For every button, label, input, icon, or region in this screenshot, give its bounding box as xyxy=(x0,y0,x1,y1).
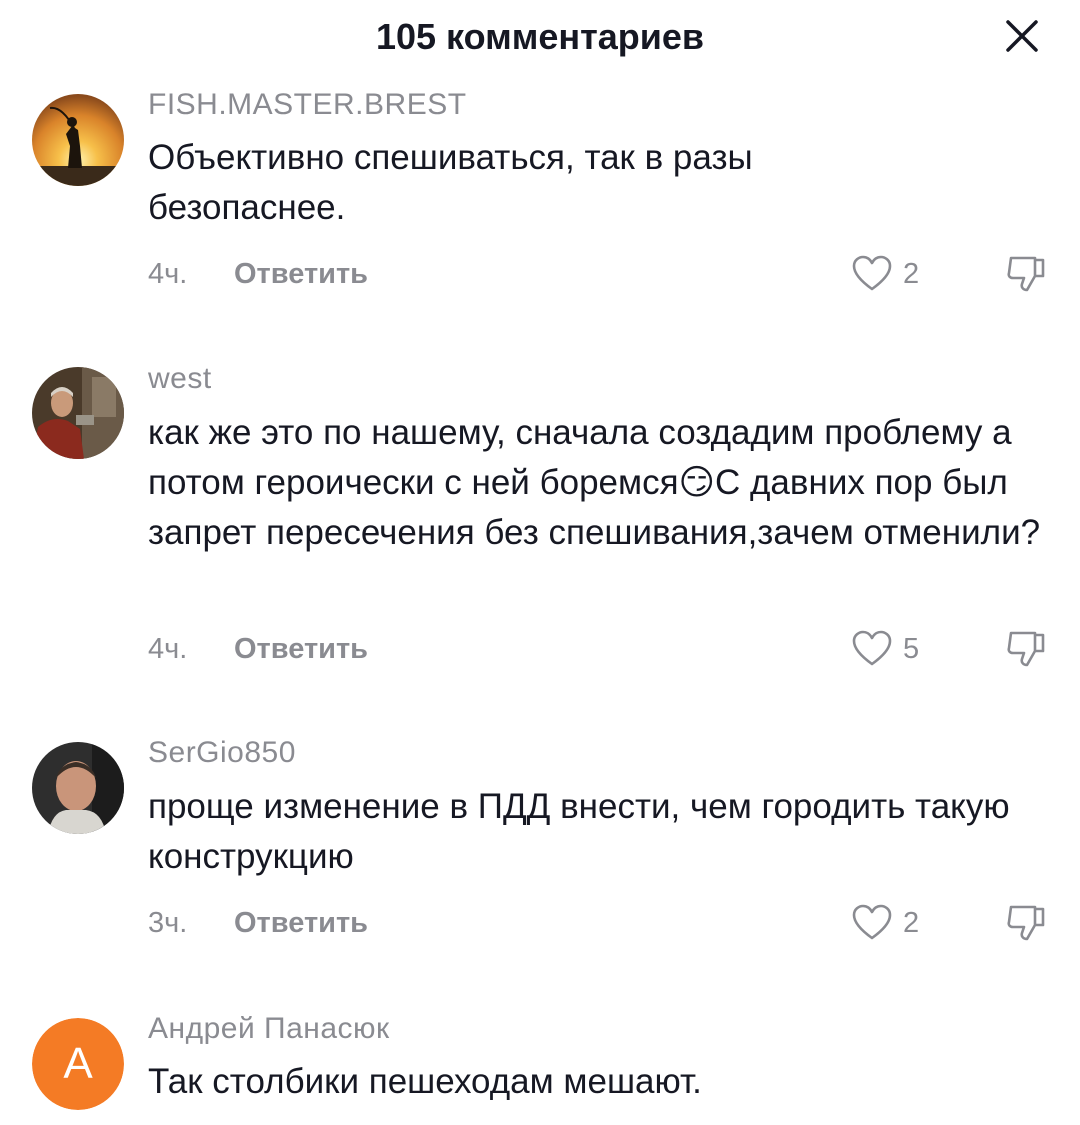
like-count: 2 xyxy=(903,258,920,290)
avatar[interactable]: А xyxy=(32,1018,124,1110)
like-button[interactable] xyxy=(850,901,894,945)
reply-button[interactable]: Ответить xyxy=(234,907,368,940)
heart-icon xyxy=(852,904,892,940)
like-button[interactable] xyxy=(850,252,894,296)
heart-icon xyxy=(852,255,892,291)
dislike-button[interactable] xyxy=(1003,252,1047,296)
comments-header: 105 комментариев xyxy=(0,0,1080,78)
heart-icon xyxy=(852,630,892,666)
avatar[interactable] xyxy=(32,742,124,834)
dislike-button[interactable] xyxy=(1003,627,1047,671)
comment-text: Так столбики пешеходам мешают. xyxy=(148,1062,702,1101)
avatar[interactable] xyxy=(32,94,124,186)
close-button[interactable] xyxy=(1000,14,1044,58)
comments-count-title: 105 комментариев xyxy=(375,16,705,57)
comment-username[interactable]: Андрей Панасюк xyxy=(148,1012,390,1046)
avatar-image xyxy=(32,742,124,834)
comment-text: проще изменение в ПДД внести, чем городи… xyxy=(148,787,1010,876)
comment-time: 4ч. xyxy=(148,258,188,290)
reply-button[interactable]: Ответить xyxy=(234,258,368,291)
comment-meta: 4ч. Ответить 2 xyxy=(148,255,1048,298)
comment-text: как же это по нашему, сначала создадим п… xyxy=(148,413,1041,552)
thumbs-down-icon xyxy=(1007,905,1045,941)
like-count: 2 xyxy=(903,907,920,939)
avatar-letter: А xyxy=(32,1018,124,1110)
thumbs-down-icon xyxy=(1007,256,1045,292)
avatar[interactable] xyxy=(32,367,124,459)
comment-time: 3ч. xyxy=(148,907,188,939)
comment-meta: 4ч. Ответить 5 xyxy=(148,630,1048,673)
comment-meta: 3ч. Ответить 2 xyxy=(148,904,1048,947)
comment-username[interactable]: FISH.MASTER.BREST xyxy=(148,88,467,122)
comment-time: 4ч. xyxy=(148,633,188,665)
avatar-image xyxy=(32,367,124,459)
like-count: 5 xyxy=(903,633,920,665)
comment-username[interactable]: SerGio850 xyxy=(148,736,296,770)
thumbs-down-icon xyxy=(1007,631,1045,667)
dislike-button[interactable] xyxy=(1003,901,1047,945)
close-icon xyxy=(1006,20,1038,52)
avatar-image xyxy=(32,94,124,186)
comment-text: Объективно спешиваться, так в разы безоп… xyxy=(148,138,753,227)
like-button[interactable] xyxy=(850,627,894,671)
reply-button[interactable]: Ответить xyxy=(234,633,368,666)
comment-username[interactable]: west xyxy=(148,362,212,396)
